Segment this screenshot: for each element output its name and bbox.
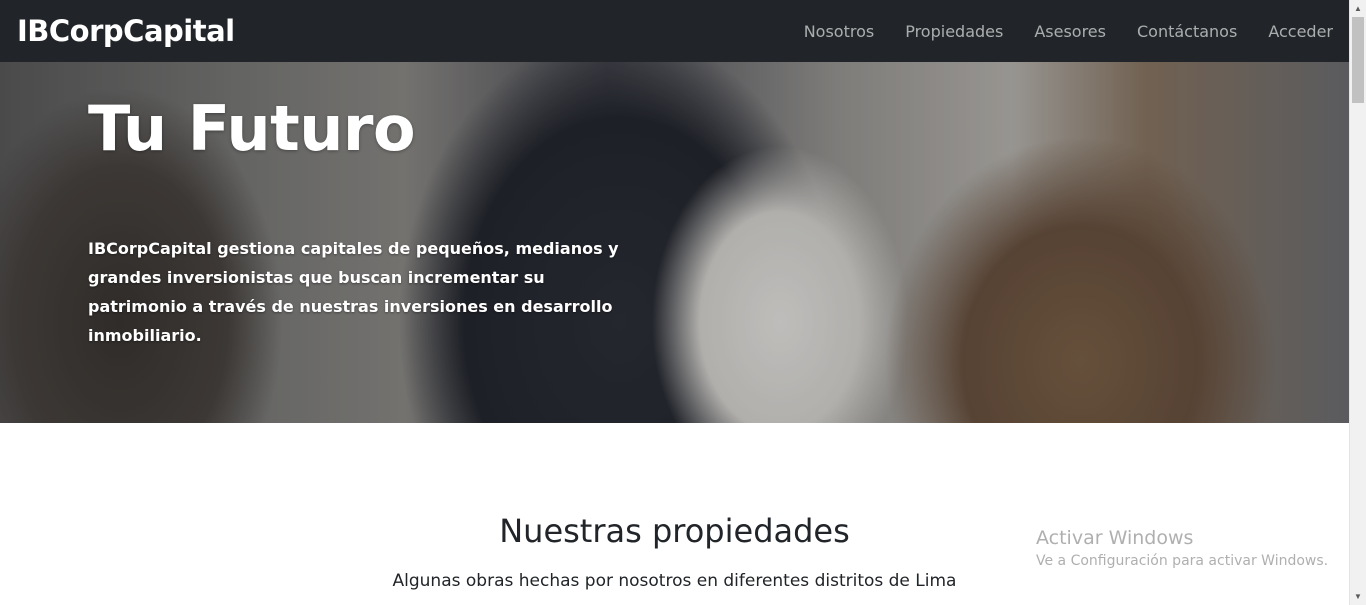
nav-links: Nosotros Propiedades Asesores Contáctano… <box>773 22 1333 41</box>
watermark-title: Activar Windows <box>1036 527 1194 549</box>
windows-activation-watermark: Activar Windows Ve a Configuración para … <box>1036 527 1328 569</box>
watermark-subtitle: Ve a Configuración para activar Windows. <box>1036 553 1329 569</box>
nav-link-asesores[interactable]: Asesores <box>1003 22 1106 41</box>
hero-description: IBCorpCapital gestiona capitales de pequ… <box>88 239 619 345</box>
hero-banner: Tu Futuro IBCorpCapital gestiona capital… <box>0 62 1349 423</box>
scrollbar-thumb[interactable] <box>1352 17 1364 103</box>
nav-link-contactanos[interactable]: Contáctanos <box>1106 22 1237 41</box>
top-navbar: IBCorpCapital Nosotros Propiedades Aseso… <box>0 0 1349 62</box>
scroll-up-arrow-icon[interactable]: ▲ <box>1350 0 1366 17</box>
vertical-scrollbar[interactable]: ▲ ▼ <box>1349 0 1366 605</box>
properties-subtitle: Algunas obras hechas por nosotros en dif… <box>392 571 957 591</box>
brand-logo-link[interactable]: IBCorpCapital <box>17 14 235 48</box>
hero-title: Tu Futuro <box>88 92 416 165</box>
nav-link-propiedades[interactable]: Propiedades <box>874 22 1003 41</box>
nav-link-acceder[interactable]: Acceder <box>1237 22 1333 41</box>
nav-link-nosotros[interactable]: Nosotros <box>773 22 875 41</box>
scroll-down-arrow-icon[interactable]: ▼ <box>1350 588 1366 605</box>
